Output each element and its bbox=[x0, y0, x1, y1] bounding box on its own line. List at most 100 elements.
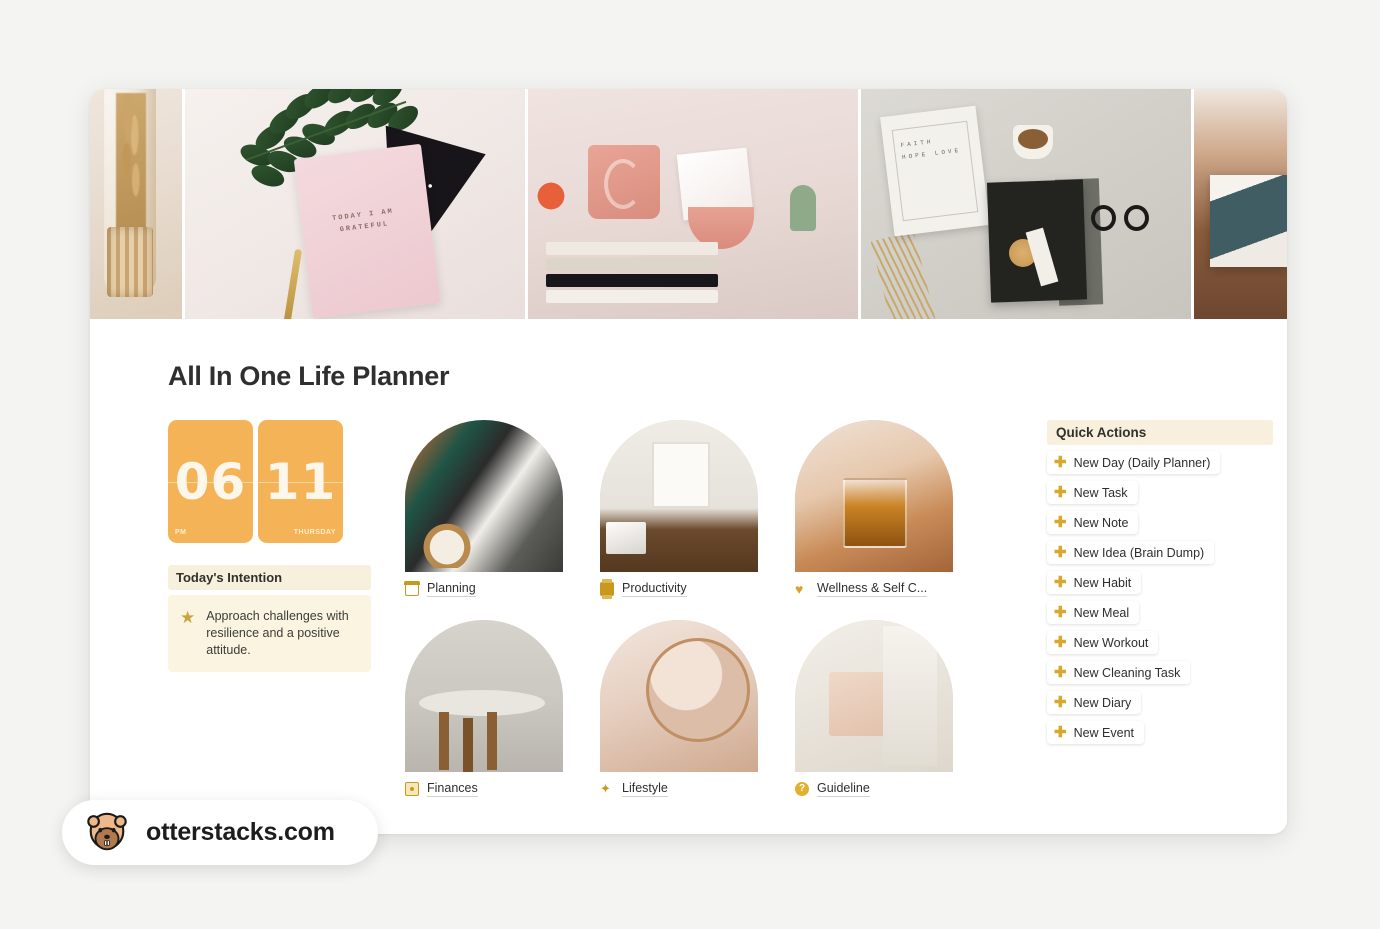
quick-action-label: New Habit bbox=[1073, 575, 1132, 590]
quick-action-item[interactable]: ✚ New Task bbox=[1047, 481, 1138, 504]
watermark-text: otterstacks.com bbox=[146, 818, 335, 846]
plus-icon: ✚ bbox=[1054, 634, 1067, 651]
category-label[interactable]: Planning bbox=[427, 581, 476, 597]
quick-action-label: New Task bbox=[1073, 485, 1128, 500]
coffee-cup bbox=[1013, 125, 1053, 159]
notebook-cover-text: TODAY I AM GRATEFUL bbox=[331, 207, 395, 235]
clock-hour: 06 bbox=[174, 452, 247, 511]
clock-weekday: THURSDAY bbox=[293, 529, 336, 536]
category-card-guideline[interactable]: ? Guideline bbox=[795, 620, 953, 797]
category-thumbnail[interactable] bbox=[600, 420, 758, 572]
pampas-grass bbox=[116, 93, 146, 233]
flip-card-day: 11 THURSDAY bbox=[258, 420, 343, 543]
guideline-image bbox=[795, 620, 953, 772]
quick-action-item[interactable]: ✚ New Habit bbox=[1047, 571, 1142, 594]
category-card-finances[interactable]: Finances bbox=[405, 620, 563, 797]
dried-wheat bbox=[870, 231, 936, 319]
quick-actions-list: ✚ New Day (Daily Planner) ✚ New Task ✚ New No… bbox=[1047, 451, 1287, 751]
flip-clock: 06 PM 11 THURSDAY bbox=[168, 420, 378, 543]
wellness-image bbox=[795, 420, 953, 572]
question-circle-icon: ? bbox=[795, 782, 809, 796]
plus-icon: ✚ bbox=[1054, 544, 1067, 561]
category-label-row: ✦ Lifestyle bbox=[600, 781, 758, 797]
category-card-lifestyle[interactable]: ✦ Lifestyle bbox=[600, 620, 758, 797]
pink-mug bbox=[588, 145, 660, 219]
cover-image-desk bbox=[528, 89, 858, 319]
page-body: All In One Life Planner 06 PM 11 THURSDA… bbox=[90, 319, 1287, 797]
category-card-wellness[interactable]: ♥ Wellness & Self C... bbox=[795, 420, 953, 597]
category-label[interactable]: Lifestyle bbox=[622, 781, 668, 797]
quick-action-item[interactable]: ✚ New Day (Daily Planner) bbox=[1047, 451, 1221, 474]
category-label[interactable]: Guideline bbox=[817, 781, 870, 797]
productivity-image bbox=[600, 420, 758, 572]
category-card-productivity[interactable]: Productivity bbox=[600, 420, 758, 599]
plus-icon: ✚ bbox=[1054, 574, 1067, 591]
planner-page-window: TODAY I AM GRATEFUL FAITH HOPE LOVE All … bbox=[90, 89, 1287, 834]
printer-icon bbox=[600, 579, 614, 599]
category-card-planning[interactable]: Planning bbox=[404, 420, 563, 597]
category-label[interactable]: Wellness & Self C... bbox=[817, 581, 928, 597]
category-thumbnail[interactable] bbox=[405, 420, 563, 572]
quick-action-item[interactable]: ✚ New Meal bbox=[1047, 601, 1140, 624]
category-label-row: Productivity bbox=[600, 579, 758, 599]
flip-card-hour: 06 PM bbox=[168, 420, 253, 543]
cover-image-flatlay: FAITH HOPE LOVE bbox=[861, 89, 1191, 319]
category-thumbnail[interactable] bbox=[600, 620, 758, 772]
category-label-row: ♥ Wellness & Self C... bbox=[795, 581, 953, 597]
quick-action-item[interactable]: ✚ New Event bbox=[1047, 721, 1145, 744]
plus-icon: ✚ bbox=[1054, 664, 1067, 681]
quick-action-item[interactable]: ✚ New Diary bbox=[1047, 691, 1142, 714]
gratitude-journal-image: TODAY I AM GRATEFUL bbox=[185, 89, 525, 319]
category-row-1: Planning Productivity ♥ Wellness & Self … bbox=[404, 420, 1019, 599]
faith-hope-love-image: FAITH HOPE LOVE bbox=[861, 89, 1191, 319]
content-grid: 06 PM 11 THURSDAY Today's Intention ★ Ap… bbox=[168, 420, 1287, 797]
book-stack bbox=[546, 239, 718, 303]
pink-notebook: TODAY I AM GRATEFUL bbox=[293, 143, 441, 319]
gold-pen bbox=[282, 248, 303, 319]
quick-action-label: New Diary bbox=[1073, 695, 1132, 710]
otter-logo-icon bbox=[84, 810, 130, 856]
cover-image-photo bbox=[1194, 89, 1287, 319]
quick-actions-panel: Quick Actions ✚ New Day (Daily Planner) ✚ N… bbox=[1047, 420, 1287, 751]
intention-callout: ★ Approach challenges with resilience an… bbox=[168, 595, 371, 672]
category-label-row: Finances bbox=[405, 781, 563, 797]
eyeglasses bbox=[1091, 205, 1149, 233]
category-thumbnail[interactable] bbox=[795, 420, 953, 572]
category-row-2: Finances ✦ Lifestyle ? Guideline bbox=[405, 620, 1019, 797]
cover-image-pampas bbox=[90, 89, 182, 319]
cover-image-journal: TODAY I AM GRATEFUL bbox=[185, 89, 525, 319]
lifestyle-image bbox=[600, 620, 758, 772]
category-thumbnail[interactable] bbox=[405, 620, 563, 772]
pink-mug-desk-image bbox=[528, 89, 858, 319]
card-text: FAITH HOPE LOVE bbox=[891, 120, 979, 222]
star-icon: ★ bbox=[180, 608, 196, 627]
cover-banner: TODAY I AM GRATEFUL FAITH HOPE LOVE bbox=[90, 89, 1287, 319]
cactus-plant bbox=[790, 185, 816, 231]
quick-action-item[interactable]: ✚ New Cleaning Task bbox=[1047, 661, 1191, 684]
plus-icon: ✚ bbox=[1054, 694, 1067, 711]
calendar-icon bbox=[404, 581, 420, 596]
quick-action-label: New Workout bbox=[1073, 635, 1149, 650]
watermark-badge[interactable]: otterstacks.com bbox=[62, 800, 378, 865]
quick-action-label: New Meal bbox=[1073, 605, 1130, 620]
clock-day-number: 11 bbox=[264, 452, 337, 511]
money-icon bbox=[405, 782, 419, 796]
intention-heading: Today's Intention bbox=[168, 565, 371, 590]
category-thumbnail[interactable] bbox=[795, 620, 953, 772]
quick-action-label: New Day (Daily Planner) bbox=[1073, 455, 1211, 470]
category-label[interactable]: Productivity bbox=[622, 581, 687, 597]
pampas-bottle-image bbox=[90, 89, 182, 319]
planning-image bbox=[405, 420, 563, 572]
finances-image bbox=[405, 620, 563, 772]
clock-meridiem: PM bbox=[175, 529, 187, 536]
heart-icon: ♥ bbox=[795, 581, 804, 597]
table-photo-image bbox=[1194, 89, 1287, 319]
quick-action-item[interactable]: ✚ New Idea (Brain Dump) bbox=[1047, 541, 1215, 564]
category-cards: Planning Productivity ♥ Wellness & Self … bbox=[404, 420, 1019, 797]
quick-actions-heading: Quick Actions bbox=[1047, 420, 1273, 445]
plus-icon: ✚ bbox=[1054, 604, 1067, 621]
quick-action-item[interactable]: ✚ New Note bbox=[1047, 511, 1139, 534]
plus-icon: ✚ bbox=[1054, 724, 1067, 741]
category-label[interactable]: Finances bbox=[427, 781, 478, 797]
quick-action-item[interactable]: ✚ New Workout bbox=[1047, 631, 1159, 654]
